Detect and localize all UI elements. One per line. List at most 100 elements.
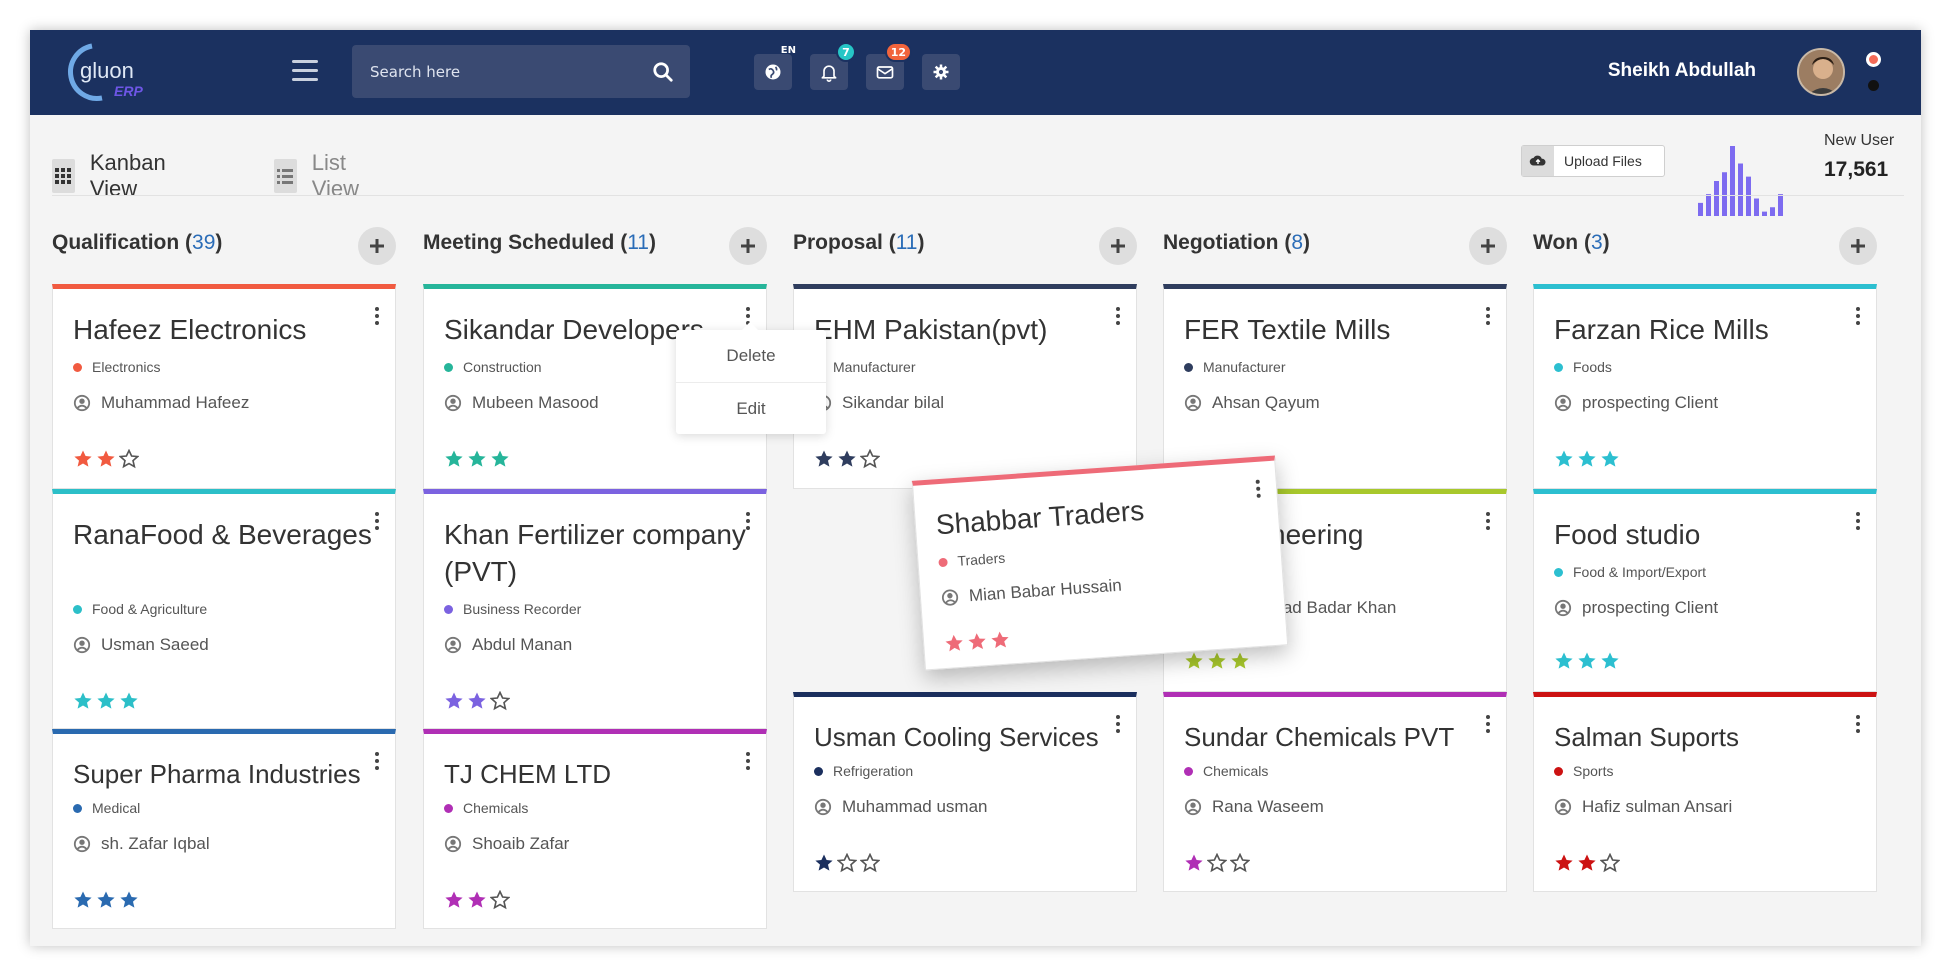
star-filled-icon[interactable] — [1184, 853, 1204, 873]
star-rating[interactable] — [944, 629, 1014, 654]
star-filled-icon[interactable] — [1184, 651, 1204, 671]
star-filled-icon[interactable] — [1577, 651, 1597, 671]
star-rating[interactable] — [73, 449, 142, 469]
menu-hamburger-icon[interactable] — [292, 60, 318, 84]
star-filled-icon[interactable] — [73, 890, 93, 910]
star-empty-icon[interactable] — [490, 890, 510, 910]
star-filled-icon[interactable] — [814, 853, 834, 873]
star-rating[interactable] — [1184, 853, 1253, 873]
star-empty-icon[interactable] — [490, 691, 510, 711]
star-filled-icon[interactable] — [1207, 651, 1227, 671]
lead-card[interactable]: FER Textile Mills Manufacturer Ahsan Qay… — [1163, 284, 1507, 489]
status-dot-online[interactable] — [1866, 52, 1881, 67]
messages-button[interactable]: 12 — [866, 42, 912, 90]
user-avatar[interactable] — [1797, 48, 1845, 96]
star-filled-icon[interactable] — [467, 449, 487, 469]
lead-card[interactable]: Super Pharma Industries Medical sh. Zafa… — [52, 729, 396, 929]
card-menu-icon[interactable] — [1112, 713, 1124, 735]
star-filled-icon[interactable] — [73, 449, 93, 469]
search-input[interactable] — [352, 45, 642, 98]
settings-button[interactable] — [922, 54, 960, 90]
star-filled-icon[interactable] — [814, 449, 834, 469]
notifications-button[interactable]: 7 — [810, 42, 856, 90]
star-rating[interactable] — [1554, 651, 1623, 671]
add-card-button[interactable] — [1469, 227, 1507, 265]
star-rating[interactable] — [1554, 449, 1623, 469]
star-filled-icon[interactable] — [490, 449, 510, 469]
star-filled-icon[interactable] — [1230, 651, 1250, 671]
lead-card[interactable]: Usman Cooling Services Refrigeration Muh… — [793, 692, 1137, 892]
language-button[interactable]: EN — [754, 45, 796, 90]
card-menu-icon[interactable] — [1482, 510, 1494, 532]
user-name[interactable]: Sheikh Abdullah — [1608, 60, 1756, 82]
lead-card[interactable]: Farzan Rice Mills Foods prospecting Clie… — [1533, 284, 1877, 489]
add-card-button[interactable] — [1099, 227, 1137, 265]
star-filled-icon[interactable] — [1577, 449, 1597, 469]
star-filled-icon[interactable] — [73, 691, 93, 711]
card-menu-icon[interactable] — [371, 305, 383, 327]
search-icon[interactable] — [652, 61, 674, 83]
star-empty-icon[interactable] — [1600, 853, 1620, 873]
lead-card[interactable]: EHM Pakistan(pvt) Manufacturer Sikandar … — [793, 284, 1137, 489]
star-filled-icon[interactable] — [119, 691, 139, 711]
lead-card[interactable]: Hafeez Electronics Electronics Muhammad … — [52, 284, 396, 489]
card-menu-icon[interactable] — [1852, 305, 1864, 327]
lead-card[interactable]: RanaFood & Beverages Food & Agriculture … — [52, 489, 396, 729]
card-menu-icon[interactable] — [371, 750, 383, 772]
star-filled-icon[interactable] — [96, 691, 116, 711]
card-menu-icon[interactable] — [1112, 305, 1124, 327]
card-menu-icon[interactable] — [1482, 305, 1494, 327]
star-filled-icon[interactable] — [119, 890, 139, 910]
lead-card[interactable]: Khan Fertilizer company (PVT) Business R… — [423, 489, 767, 729]
star-empty-icon[interactable] — [1207, 853, 1227, 873]
star-filled-icon[interactable] — [1600, 651, 1620, 671]
lead-card[interactable]: Salman Suports Sports Hafiz sulman Ansar… — [1533, 692, 1877, 892]
star-filled-icon[interactable] — [1577, 853, 1597, 873]
star-rating[interactable] — [1554, 853, 1623, 873]
star-rating[interactable] — [73, 691, 142, 711]
upload-files-button[interactable]: Upload Files — [1521, 145, 1665, 177]
star-rating[interactable] — [814, 449, 883, 469]
star-filled-icon[interactable] — [967, 631, 988, 652]
star-empty-icon[interactable] — [1230, 853, 1250, 873]
card-menu-icon[interactable] — [1852, 510, 1864, 532]
star-filled-icon[interactable] — [1554, 853, 1574, 873]
star-rating[interactable] — [73, 890, 142, 910]
star-filled-icon[interactable] — [467, 890, 487, 910]
star-rating[interactable] — [444, 691, 513, 711]
star-filled-icon[interactable] — [989, 629, 1010, 650]
edit-menu-item[interactable]: Edit — [676, 382, 826, 434]
star-rating[interactable] — [814, 853, 883, 873]
star-filled-icon[interactable] — [96, 449, 116, 469]
add-card-button[interactable] — [1839, 227, 1877, 265]
star-filled-icon[interactable] — [96, 890, 116, 910]
dragging-lead-card[interactable]: Shabbar Traders Traders Mian Babar Hussa… — [911, 455, 1289, 671]
star-filled-icon[interactable] — [444, 691, 464, 711]
lead-card[interactable]: TJ CHEM LTD Chemicals Shoaib Zafar — [423, 729, 767, 929]
star-empty-icon[interactable] — [860, 853, 880, 873]
star-empty-icon[interactable] — [837, 853, 857, 873]
star-rating[interactable] — [1184, 651, 1253, 671]
star-rating[interactable] — [444, 890, 513, 910]
card-menu-icon[interactable] — [742, 510, 754, 532]
status-dot-dark[interactable] — [1868, 80, 1879, 91]
card-menu-icon[interactable] — [1852, 713, 1864, 735]
star-filled-icon[interactable] — [944, 633, 965, 654]
card-menu-icon[interactable] — [371, 510, 383, 532]
star-filled-icon[interactable] — [467, 691, 487, 711]
card-menu-icon[interactable] — [742, 750, 754, 772]
star-empty-icon[interactable] — [860, 449, 880, 469]
gluon-logo[interactable]: gluon ERP — [62, 38, 162, 108]
star-rating[interactable] — [444, 449, 513, 469]
star-filled-icon[interactable] — [444, 890, 464, 910]
star-filled-icon[interactable] — [1554, 449, 1574, 469]
add-card-button[interactable] — [358, 227, 396, 265]
star-empty-icon[interactable] — [119, 449, 139, 469]
lead-card[interactable]: Sundar Chemicals PVT Chemicals Rana Wase… — [1163, 692, 1507, 892]
star-filled-icon[interactable] — [1554, 651, 1574, 671]
star-filled-icon[interactable] — [444, 449, 464, 469]
add-card-button[interactable] — [729, 227, 767, 265]
delete-menu-item[interactable]: Delete — [676, 330, 826, 382]
card-menu-icon[interactable] — [1251, 477, 1265, 500]
star-filled-icon[interactable] — [1600, 449, 1620, 469]
